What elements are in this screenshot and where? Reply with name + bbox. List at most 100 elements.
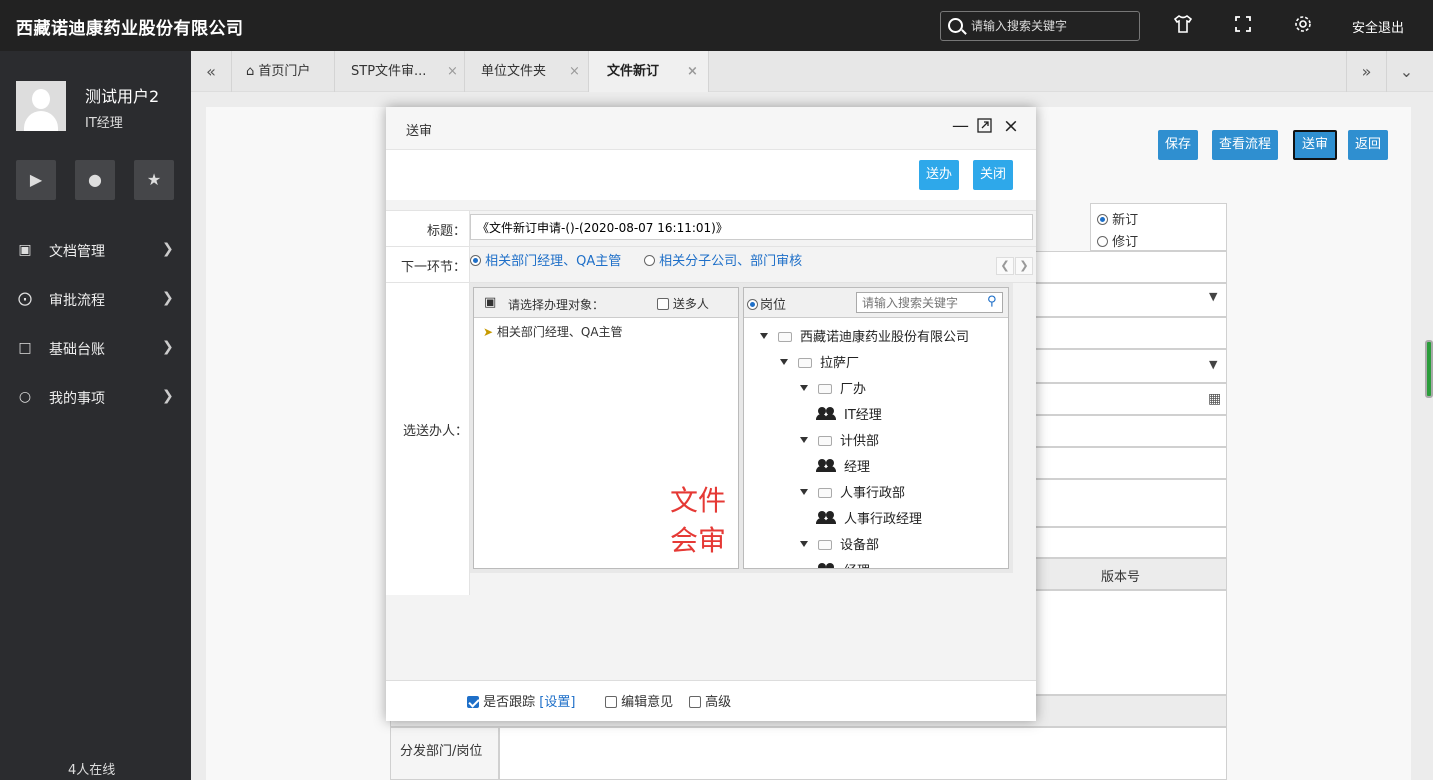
send-button[interactable]: 送办: [919, 160, 960, 190]
tree-node[interactable]: 人事行政部: [800, 482, 905, 501]
fullscreen-icon[interactable]: [1232, 14, 1254, 36]
tab-scroll-right-button[interactable]: »: [1346, 51, 1386, 92]
tab-scroll-left-button[interactable]: «: [191, 51, 231, 92]
caret-down-icon[interactable]: [760, 333, 768, 339]
favorite-button[interactable]: ★: [134, 160, 174, 200]
select-target-label: 请选择办理对象：: [508, 298, 605, 312]
close-icon[interactable]: ×: [569, 51, 580, 92]
search-icon[interactable]: ⚲: [987, 294, 997, 309]
view-flow-button[interactable]: 查看流程: [1212, 130, 1279, 160]
tree-node[interactable]: 经理: [816, 456, 871, 475]
back-button[interactable]: 返回: [1348, 130, 1389, 160]
radio-revise[interactable]: 修订: [1097, 231, 1138, 250]
form-row: [1030, 479, 1227, 527]
sidebar-item-label: 基础台账: [49, 342, 105, 358]
tree-node[interactable]: 拉萨厂: [780, 352, 859, 371]
profile-button[interactable]: ●: [75, 160, 115, 200]
form-row: [1030, 447, 1227, 479]
close-button[interactable]: 关闭: [973, 160, 1014, 190]
close-icon[interactable]: ×: [1003, 115, 1019, 137]
submit-review-button[interactable]: 送审: [1293, 130, 1338, 160]
tree-node[interactable]: 厂办: [800, 378, 866, 397]
tree-search-input[interactable]: [856, 292, 1003, 313]
tab-label: 单位文件夹: [481, 64, 547, 79]
people-icon: [816, 511, 836, 524]
tab-stp-review[interactable]: STP文件审... ×: [335, 51, 465, 92]
tab-home[interactable]: ⌂ 首页门户: [231, 51, 335, 92]
tab-new-document[interactable]: 文件新订 ×: [589, 51, 709, 92]
handler-label: 选送办人：: [402, 424, 468, 439]
play-icon: ▶: [29, 170, 43, 189]
double-chevron-left-icon: «: [206, 62, 216, 81]
ledger-icon: □: [18, 340, 32, 356]
edit-opinion-checkbox[interactable]: 编辑意见: [605, 691, 673, 710]
sidebar-item-label: 我的事项: [49, 391, 105, 407]
radio-label: 修订: [1112, 235, 1139, 250]
sidebar-item-my-tasks[interactable]: ○ 我的事项 ❯: [0, 374, 191, 422]
people-icon: [818, 563, 836, 568]
version-header: 版本号: [1030, 558, 1227, 590]
next-step-option-2[interactable]: 相关分子公司、部门审核: [644, 250, 802, 269]
play-button[interactable]: ▶: [16, 160, 56, 200]
sidebar-item-ledger[interactable]: □ 基础台账 ❯: [0, 325, 191, 373]
checkbox-label: 高级: [705, 695, 732, 710]
close-icon[interactable]: ×: [687, 51, 698, 92]
checkbox-icon: [467, 696, 479, 708]
divider: [386, 246, 1036, 247]
sidebar-item-docs[interactable]: ▣ 文档管理 ❯: [0, 227, 191, 275]
search-input[interactable]: [971, 16, 1131, 36]
avatar: [16, 81, 66, 131]
gear-icon[interactable]: [1292, 14, 1314, 36]
multi-send-checkbox[interactable]: 送多人: [657, 295, 709, 312]
tree-node[interactable]: IT经理: [816, 404, 882, 423]
tree-node[interactable]: 设备部: [800, 534, 879, 553]
advanced-checkbox[interactable]: 高级: [689, 691, 731, 710]
chevron-right-icon[interactable]: ❯: [1015, 257, 1033, 275]
track-checkbox[interactable]: 是否跟踪 [设置]: [467, 691, 575, 710]
caret-down-icon[interactable]: [800, 385, 808, 391]
selected-item[interactable]: ➤ 相关部门经理、QA主管: [483, 323, 623, 340]
date-field[interactable]: ▦: [1030, 383, 1227, 415]
minimize-icon[interactable]: —: [952, 116, 969, 136]
tree-node[interactable]: 人事行政经理: [816, 508, 923, 527]
form-select[interactable]: ▼: [1030, 283, 1227, 317]
chevron-left-icon[interactable]: ❮: [996, 257, 1014, 275]
caret-down-icon[interactable]: [780, 359, 788, 365]
tab-menu-button[interactable]: ⌄: [1386, 51, 1426, 92]
title-input[interactable]: [470, 214, 1033, 240]
divider: [386, 210, 1036, 211]
caret-down-icon[interactable]: [800, 437, 808, 443]
caret-down-icon[interactable]: [800, 541, 808, 547]
doc-type-cell: 新订 修订: [1090, 203, 1227, 251]
tree-node[interactable]: 经理: [818, 560, 870, 568]
page-scrollbar[interactable]: [1425, 340, 1433, 398]
sidebar-item-approval[interactable]: ⨀ 审批流程 ❯: [0, 276, 191, 324]
tshirt-icon[interactable]: [1172, 14, 1194, 36]
company-title: 西藏诺迪康药业股份有限公司: [16, 19, 244, 39]
checkbox-icon: [689, 696, 701, 708]
tree-node[interactable]: 计供部: [800, 430, 879, 449]
tab-unit-folder[interactable]: 单位文件夹 ×: [465, 51, 589, 92]
logout-button[interactable]: 安全退出: [1352, 17, 1404, 36]
maximize-icon[interactable]: [977, 118, 992, 137]
settings-link[interactable]: [设置]: [539, 695, 575, 710]
tree-node-label: 经理: [844, 460, 871, 475]
radio-new[interactable]: 新订: [1097, 209, 1138, 228]
tree-node-label: 人事行政经理: [844, 512, 923, 527]
tree-node[interactable]: 西藏诺迪康药业股份有限公司: [760, 326, 969, 345]
caret-down-icon[interactable]: [800, 489, 808, 495]
distribute-field[interactable]: [499, 727, 1227, 780]
option-label: 相关部门经理、QA主管: [485, 254, 622, 269]
save-button[interactable]: 保存: [1158, 130, 1199, 160]
folder-icon: [818, 384, 832, 394]
global-search[interactable]: [940, 11, 1140, 41]
position-radio[interactable]: 岗位: [747, 294, 786, 313]
next-step-option-1[interactable]: 相关部门经理、QA主管: [470, 250, 621, 269]
tree-node-label: 计供部: [840, 434, 880, 449]
selected-handlers-box: ▣ 请选择办理对象： 送多人 ➤ 相关部门经理、QA主管 文件会审: [473, 287, 739, 569]
sidebar-item-label: 审批流程: [49, 293, 105, 309]
form-select[interactable]: ▼: [1030, 349, 1227, 383]
checkbox-label: 是否跟踪: [483, 695, 536, 710]
tab-label: 首页门户: [258, 64, 311, 79]
close-icon[interactable]: ×: [447, 51, 458, 92]
